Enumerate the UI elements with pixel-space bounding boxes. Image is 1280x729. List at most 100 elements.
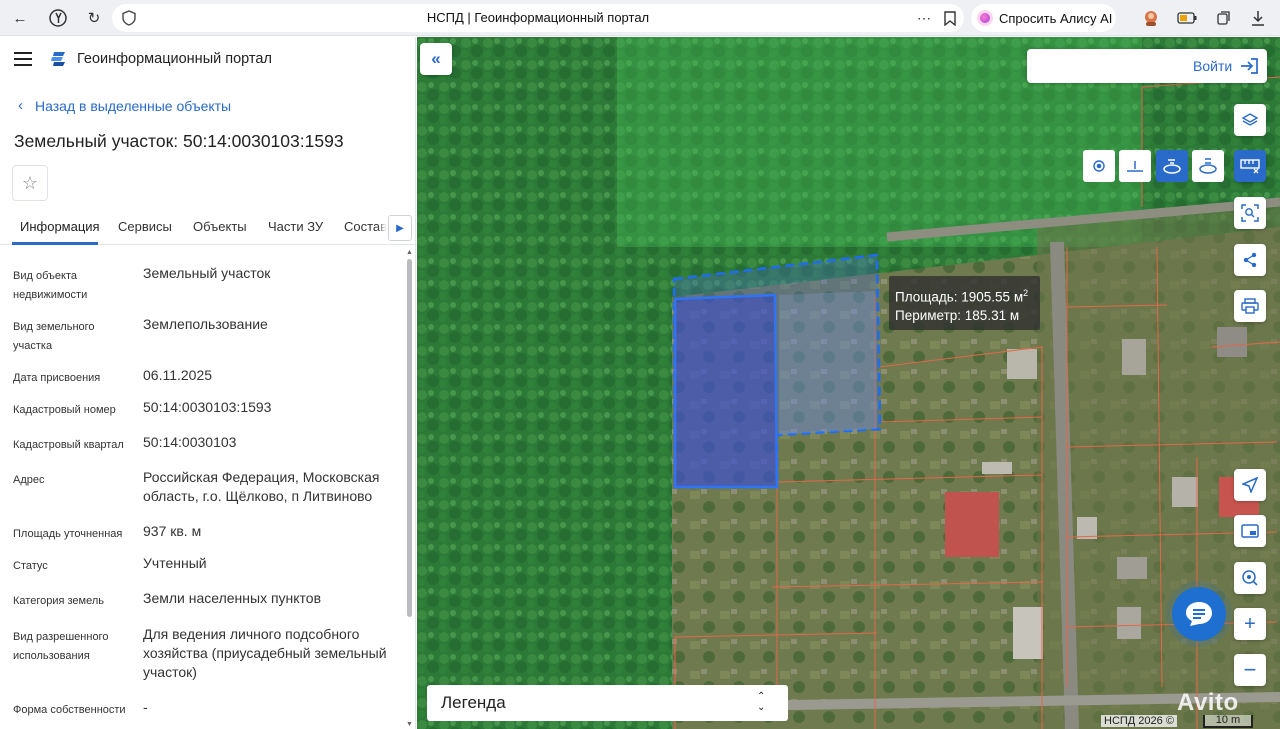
scroll-down-arrow-icon[interactable]: ▼ bbox=[405, 721, 414, 729]
portal-title: Геоинформационный портал bbox=[77, 51, 272, 67]
active-tab-indicator bbox=[12, 242, 98, 245]
info-value: Учтенный bbox=[143, 555, 207, 571]
info-label: Дата присвоения bbox=[13, 372, 101, 384]
info-label: Статус bbox=[13, 560, 48, 572]
tab-title: НСПД | Геоинформационный портал bbox=[426, 10, 650, 25]
alice-icon bbox=[977, 10, 993, 26]
bookmark-icon[interactable] bbox=[938, 6, 962, 30]
scrollbar-thumb[interactable] bbox=[407, 259, 412, 617]
info-value: Для ведения личного подсобного хозяйства… bbox=[143, 626, 387, 680]
info-label: Кадастровый квартал bbox=[13, 439, 124, 451]
back-link-label: Назад в выделенные объекты bbox=[35, 97, 232, 114]
select-area-button[interactable] bbox=[1234, 197, 1266, 229]
info-value: 937 кв. м bbox=[143, 523, 202, 539]
ruler-line-icon bbox=[1127, 161, 1143, 172]
navigation-arrow-icon bbox=[1242, 477, 1258, 493]
info-value: Российская Федерация, Московская область… bbox=[143, 469, 380, 504]
map-view[interactable]: « Войти + − Площадь: 1905.55 м2 Периметр… bbox=[417, 37, 1280, 729]
caret-right-icon: ▶ bbox=[396, 222, 404, 234]
layers-button[interactable] bbox=[1234, 104, 1266, 136]
back-to-selected-link[interactable]: ‹ Назад в выделенные объекты bbox=[18, 97, 231, 114]
ask-alice-button[interactable]: Спросить Алису AI bbox=[971, 4, 1116, 32]
chevron-left-icon: ‹ bbox=[18, 97, 23, 114]
info-value: Земельный участок bbox=[143, 265, 271, 281]
back-arrow-icon[interactable]: ← bbox=[8, 6, 32, 30]
circle-area-icon bbox=[1199, 158, 1217, 174]
print-button[interactable] bbox=[1234, 290, 1266, 322]
collapse-panel-button[interactable]: « bbox=[420, 43, 452, 75]
map-scale-bar: 10 m bbox=[1203, 715, 1253, 728]
share-button[interactable] bbox=[1234, 244, 1266, 276]
tab-services[interactable]: Сервисы bbox=[118, 219, 172, 234]
layers-icon bbox=[1242, 113, 1258, 126]
avito-watermark: Avito bbox=[1177, 689, 1239, 716]
info-label: Категория земель bbox=[13, 595, 104, 607]
download-icon[interactable] bbox=[1246, 6, 1270, 30]
battery-icon[interactable] bbox=[1175, 6, 1199, 30]
measure-perimeter-text: Периметр: 185.31 м bbox=[895, 307, 1020, 323]
login-button[interactable]: Войти bbox=[1027, 49, 1267, 83]
collections-icon[interactable] bbox=[1212, 6, 1236, 30]
more-dots-icon[interactable]: ⋯ bbox=[912, 6, 936, 30]
measure-point-button[interactable] bbox=[1083, 150, 1115, 182]
point-icon bbox=[1093, 160, 1105, 172]
info-value: - bbox=[143, 699, 148, 715]
minimap-button[interactable] bbox=[1234, 515, 1266, 547]
double-chevron-left-icon: « bbox=[431, 49, 441, 68]
plus-icon: + bbox=[1244, 612, 1256, 635]
portal-header: Геоинформационный портал bbox=[0, 37, 416, 83]
satellite-imagery bbox=[417, 37, 1280, 729]
search-location-button[interactable] bbox=[1234, 562, 1266, 594]
printer-icon bbox=[1241, 298, 1259, 314]
menu-icon[interactable] bbox=[14, 52, 32, 66]
ruler-icon bbox=[1240, 159, 1260, 174]
zoom-in-button[interactable]: + bbox=[1234, 608, 1266, 640]
tab-parts[interactable]: Части ЗУ bbox=[268, 219, 323, 234]
select-search-icon bbox=[1241, 204, 1259, 222]
login-label: Войти bbox=[1193, 58, 1233, 74]
info-scrollbar[interactable]: ▲ ▼ bbox=[405, 247, 413, 729]
tab-objects[interactable]: Объекты bbox=[193, 219, 247, 234]
info-value: 06.11.2025 bbox=[143, 367, 213, 383]
info-label: Адрес bbox=[13, 474, 45, 486]
portal-logo-icon bbox=[50, 50, 68, 68]
measure-area-line: Площадь: 1905.55 м2 bbox=[895, 284, 1040, 307]
info-label: Площадь уточненная bbox=[13, 528, 123, 540]
chat-button[interactable] bbox=[1172, 587, 1226, 641]
measurement-tooltip: Площадь: 1905.55 м2 Периметр: 185.31 м bbox=[889, 276, 1040, 330]
reload-icon[interactable]: ↻ bbox=[82, 6, 106, 30]
measure-tools-button[interactable] bbox=[1234, 150, 1266, 182]
scroll-up-arrow-icon[interactable]: ▲ bbox=[405, 249, 414, 257]
tab-information[interactable]: Информация bbox=[20, 219, 100, 234]
chat-bubble-icon bbox=[1186, 602, 1212, 626]
object-info-panel: Геоинформационный портал ‹ Назад в выдел… bbox=[0, 37, 416, 729]
browser-toolbar: ← ↻ НСПД | Геоинформационный портал ⋯ Сп… bbox=[0, 0, 1280, 36]
measure-distance-button[interactable] bbox=[1119, 150, 1151, 182]
tab-composition[interactable]: Состав bbox=[344, 219, 387, 234]
info-label: Форма собственности bbox=[13, 704, 126, 716]
expand-collapse-icon: ⌃ ⌄ bbox=[757, 691, 766, 713]
measure-circle-button[interactable] bbox=[1192, 150, 1224, 182]
login-icon bbox=[1241, 58, 1258, 74]
ask-alice-label: Спросить Алису AI bbox=[999, 10, 1113, 26]
measure-area-text: Площадь: 1905.55 м bbox=[895, 289, 1024, 305]
info-value: 50:14:0030103 bbox=[143, 434, 237, 450]
info-value: Землепользование bbox=[143, 316, 268, 332]
legend-dropdown[interactable]: Легенда ⌃ ⌄ bbox=[427, 685, 788, 721]
tabs-scroll-right-button[interactable]: ▶ bbox=[388, 215, 412, 241]
zoom-out-button[interactable]: − bbox=[1234, 654, 1266, 686]
favorite-button[interactable]: ☆ bbox=[12, 165, 48, 201]
measure-area-unit: 2 bbox=[1023, 288, 1029, 298]
minimap-icon bbox=[1241, 524, 1259, 538]
page-title: Земельный участок: 50:14:0030103:1593 bbox=[14, 131, 344, 151]
extension-avatar-icon[interactable] bbox=[1139, 6, 1163, 30]
yandex-logo-icon[interactable] bbox=[46, 6, 70, 30]
star-icon: ☆ bbox=[21, 172, 39, 193]
location-search-icon bbox=[1242, 570, 1258, 586]
measure-area-button[interactable] bbox=[1156, 150, 1188, 182]
address-bar[interactable]: НСПД | Геоинформационный портал ⋯ bbox=[112, 4, 964, 32]
geolocation-button[interactable] bbox=[1234, 469, 1266, 501]
info-label: Вид объекта недвижимости bbox=[13, 270, 88, 301]
info-tabs: Информация Сервисы Объекты Части ЗУ Сост… bbox=[0, 209, 416, 245]
area-icon bbox=[1163, 159, 1181, 174]
